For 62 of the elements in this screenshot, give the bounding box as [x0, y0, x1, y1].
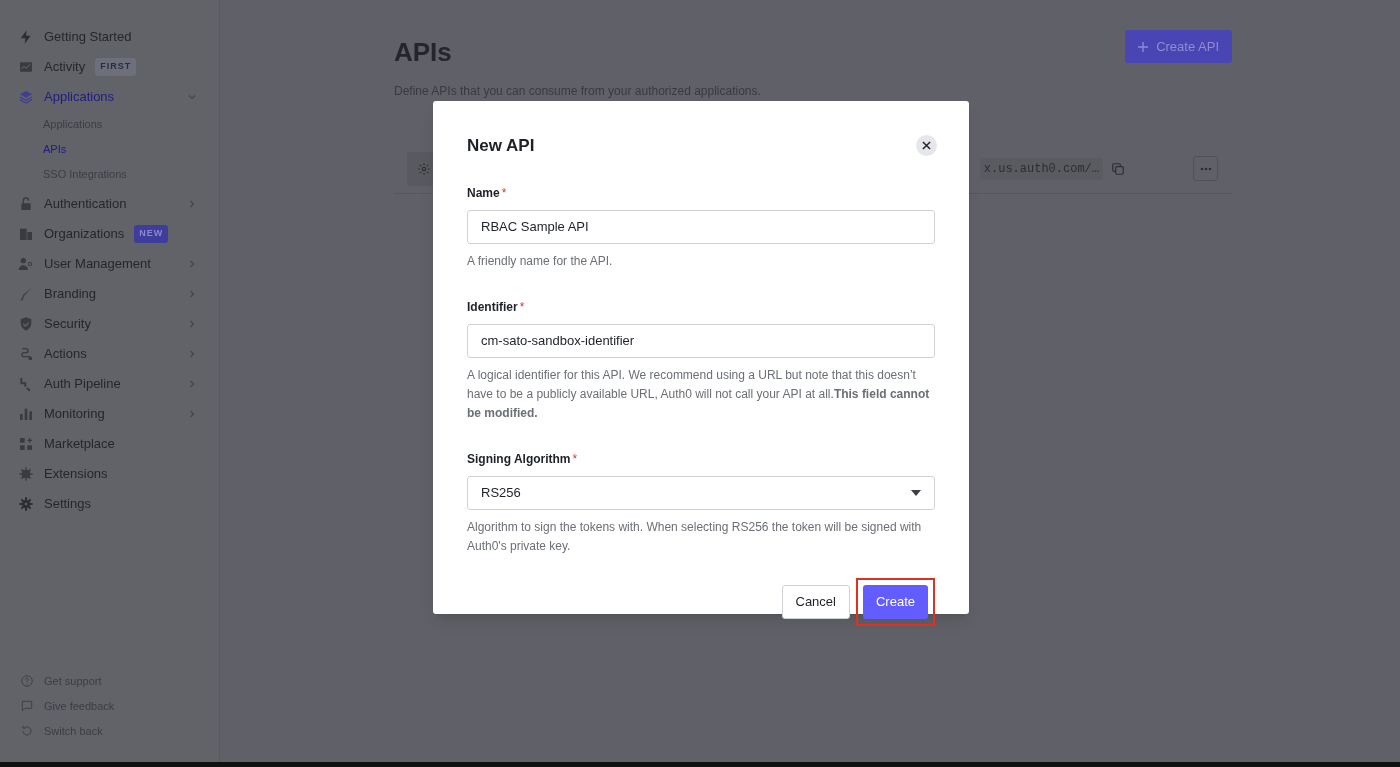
required-mark: *	[572, 450, 578, 468]
sidebar-item[interactable]: Extensions	[44, 464, 108, 484]
sidebar-subitem[interactable]: APIs	[43, 141, 67, 158]
bar-chart-icon	[18, 406, 34, 422]
settings-icon	[18, 496, 34, 512]
sidebar-badge: NEW	[134, 225, 169, 243]
text-field[interactable]: cm-sato-sandbox-identifier	[467, 323, 935, 358]
sidebar-item[interactable]: Branding	[44, 284, 97, 304]
chevron-right-icon[interactable]	[187, 319, 197, 329]
chart-icon	[18, 59, 34, 75]
field-label: Identifier	[467, 298, 518, 316]
dialog-title: New API	[467, 135, 535, 157]
close-icon	[922, 141, 931, 151]
create-api-button[interactable]: Create API	[1125, 30, 1232, 63]
more-options-button[interactable]	[1193, 156, 1218, 181]
required-mark: *	[519, 298, 525, 316]
chevron-right-icon[interactable]	[187, 199, 197, 209]
field-label: Signing Algorithm	[467, 450, 571, 468]
text-field[interactable]: RBAC Sample API	[467, 209, 935, 244]
caret-down-icon	[911, 489, 921, 496]
chevron-right-icon[interactable]	[187, 379, 197, 389]
page-title: APIs	[394, 36, 452, 69]
sidebar-item[interactable]: Getting Started	[44, 27, 132, 47]
flow-icon	[18, 346, 34, 362]
sidebar-item[interactable]: Settings	[44, 494, 91, 514]
users-icon	[18, 256, 34, 272]
sidebar-item[interactable]: Monitoring	[44, 404, 105, 424]
layers-icon	[18, 89, 34, 105]
lock-icon	[18, 196, 34, 212]
shield-icon	[18, 316, 34, 332]
chevron-right-icon[interactable]	[187, 289, 197, 299]
help-text: A logical identifier for this API. We recommend using a URL but note that this doesn’t have to be a publicly available URL, Auth0 will not call your API at all.This field cannot be modified.	[467, 366, 931, 422]
sidebar-item[interactable]: User Management	[44, 254, 151, 274]
undo-icon	[20, 724, 34, 738]
sidebar-item[interactable]: Marketplace	[44, 434, 115, 454]
chevron-right-icon[interactable]	[187, 259, 197, 269]
sidebar-item[interactable]: Organizations	[44, 224, 125, 244]
help-text: A friendly name for the API.	[467, 252, 614, 270]
sidebar-badge: FIRST	[95, 58, 137, 76]
chevron-right-icon[interactable]	[187, 409, 197, 419]
sidebar-item[interactable]: Authentication	[44, 194, 127, 214]
create-button[interactable]: Create	[862, 584, 928, 619]
field-label: Name	[467, 184, 500, 202]
sidebar-item[interactable]: Security	[44, 314, 91, 334]
chevron-down-icon[interactable]	[187, 92, 197, 102]
help-icon	[20, 674, 34, 688]
grid-plus-icon	[18, 436, 34, 452]
plus-icon	[1138, 41, 1149, 52]
sidebar-item[interactable]: Applications	[44, 87, 115, 107]
copy-icon[interactable]	[1111, 161, 1125, 176]
sidebar-item[interactable]: Activity	[44, 57, 86, 77]
ellipsis-icon	[1199, 166, 1212, 171]
required-mark: *	[501, 184, 507, 202]
buildings-icon	[18, 226, 34, 242]
close-button[interactable]	[916, 135, 937, 157]
signing-algorithm-select[interactable]: RS256	[467, 475, 935, 510]
chat-icon	[20, 699, 34, 713]
help-text: Algorithm to sign the tokens with. When selecting RS256 the token will be signed with Auth0's private key.	[467, 518, 923, 555]
chevron-right-icon[interactable]	[187, 349, 197, 359]
sidebar-item[interactable]: Auth Pipeline	[44, 374, 121, 394]
sidebar-item[interactable]: Actions	[44, 344, 87, 364]
cancel-button[interactable]: Cancel	[781, 584, 850, 619]
